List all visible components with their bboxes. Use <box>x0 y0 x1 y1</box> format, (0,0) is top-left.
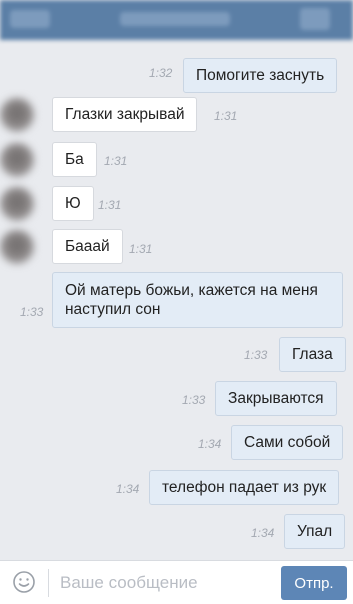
incoming-message[interactable]: Ба <box>52 142 97 177</box>
back-button-blurred <box>10 10 50 28</box>
incoming-message[interactable]: Бааай <box>52 229 123 264</box>
outgoing-message[interactable]: телефон падает из рук <box>149 470 340 505</box>
contact-name-blurred <box>120 12 230 26</box>
message-time: 1:31 <box>214 109 238 123</box>
send-button[interactable]: Отпр. <box>281 566 347 600</box>
compose-divider <box>48 569 49 597</box>
message-time: 1:33 <box>20 305 44 319</box>
outgoing-message[interactable]: Помогите заснуть <box>183 58 338 93</box>
incoming-message[interactable]: Глазки закрывай <box>52 97 198 132</box>
message-time: 1:33 <box>182 393 206 407</box>
contact-avatar-blurred <box>300 8 330 30</box>
outgoing-message[interactable]: Упал <box>284 514 346 549</box>
message-input[interactable] <box>60 567 270 599</box>
message-time: 1:34 <box>198 437 222 451</box>
message-time: 1:32 <box>149 66 173 80</box>
message-time: 1:34 <box>116 482 140 496</box>
sender-avatar[interactable] <box>0 98 34 132</box>
incoming-message[interactable]: Ю <box>52 186 94 221</box>
message-time: 1:34 <box>251 526 275 540</box>
smiley-icon[interactable] <box>12 570 36 594</box>
outgoing-message[interactable]: Закрываются <box>215 381 337 416</box>
compose-bar: Отпр. <box>0 560 353 604</box>
message-list[interactable]: 1:32 Помогите заснуть Глазки закрывай 1:… <box>0 40 353 564</box>
outgoing-message[interactable]: Ой матерь божьи, кажется на меня наступи… <box>52 272 343 328</box>
message-time: 1:31 <box>129 242 153 256</box>
message-time: 1:33 <box>244 348 268 362</box>
message-time: 1:31 <box>98 198 122 212</box>
blurred-header <box>0 0 353 40</box>
message-time: 1:31 <box>104 154 128 168</box>
outgoing-message[interactable]: Сами собой <box>231 425 344 460</box>
outgoing-message[interactable]: Глаза <box>279 337 346 372</box>
sender-avatar[interactable] <box>0 143 34 177</box>
sender-avatar[interactable] <box>0 187 34 221</box>
sender-avatar[interactable] <box>0 230 34 264</box>
